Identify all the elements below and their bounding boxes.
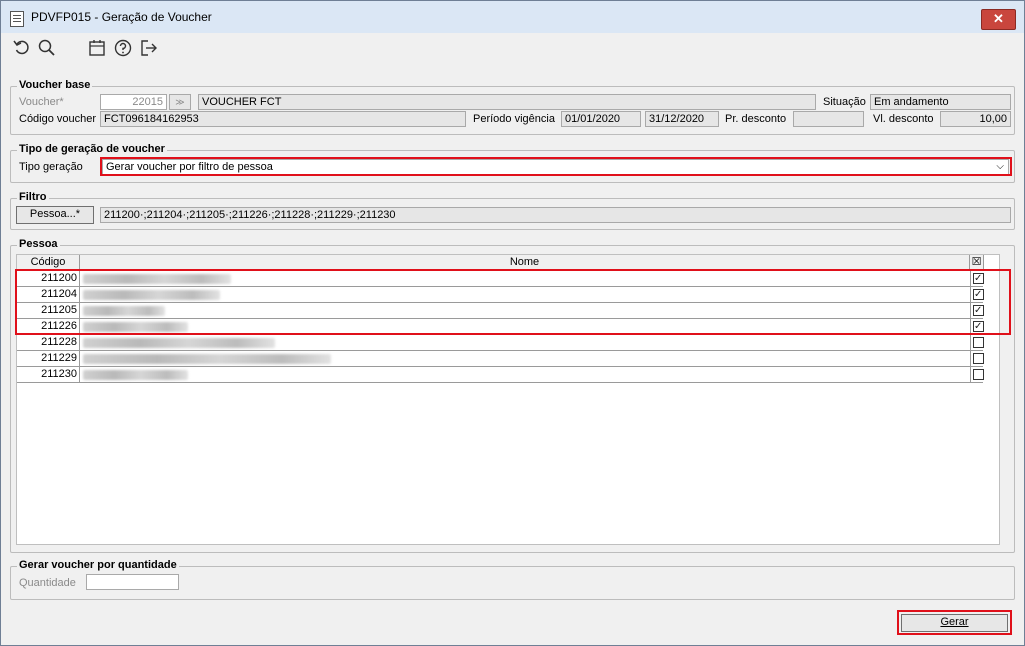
- voucher-base-legend: Voucher base: [17, 79, 93, 91]
- row-codigo: 211200: [17, 271, 80, 286]
- situacao-field: Em andamento: [870, 94, 1011, 110]
- table-row[interactable]: 211230: [17, 367, 983, 383]
- calendar-icon[interactable]: [87, 38, 107, 58]
- tipo-geracao-select[interactable]: Gerar voucher por filtro de pessoa ⌵: [102, 159, 1009, 175]
- table-row[interactable]: 211200: [17, 271, 983, 287]
- row-codigo: 211204: [17, 287, 80, 302]
- toolbar: [10, 35, 1015, 61]
- pr-desconto-label: Pr. desconto: [725, 113, 787, 125]
- main-window: PDVFP015 - Geração de Voucher ✕ Voucher …: [0, 0, 1025, 646]
- row-codigo: 211228: [17, 335, 80, 350]
- column-header-codigo[interactable]: Código: [17, 255, 80, 270]
- row-checkbox[interactable]: [973, 305, 984, 316]
- window-title: PDVFP015 - Geração de Voucher: [31, 10, 212, 24]
- voucher-label: Voucher*: [19, 96, 64, 108]
- quantidade-input[interactable]: [86, 574, 179, 590]
- help-icon[interactable]: [113, 38, 133, 58]
- row-codigo: 211205: [17, 303, 80, 318]
- voucher-code-field[interactable]: 22015: [100, 94, 167, 110]
- search-icon[interactable]: [37, 38, 57, 58]
- chevron-down-icon: ⌵: [996, 161, 1004, 172]
- select-all-checkbox[interactable]: ☒: [970, 255, 984, 270]
- voucher-description-field: VOUCHER FCT: [198, 94, 816, 110]
- vl-desconto-label: Vl. desconto: [873, 113, 934, 125]
- periodo-fim-field: 31/12/2020: [645, 111, 719, 127]
- codigo-voucher-label: Código voucher: [19, 113, 97, 125]
- filtro-value-field: 211200·;211204·;211205·;211226·;211228·;…: [100, 207, 1011, 223]
- table-row[interactable]: 211205: [17, 303, 983, 319]
- app-icon: [10, 11, 24, 27]
- row-checkbox[interactable]: [973, 289, 984, 300]
- gerar-button[interactable]: Gerar: [901, 614, 1008, 632]
- pessoa-legend: Pessoa: [17, 238, 60, 250]
- table-row[interactable]: 211204: [17, 287, 983, 303]
- tipo-geracao-value: Gerar voucher por filtro de pessoa: [106, 161, 273, 173]
- table-row[interactable]: 211226: [17, 319, 983, 335]
- close-button[interactable]: ✕: [981, 9, 1016, 30]
- codigo-voucher-field: FCT096184162953: [100, 111, 466, 127]
- tipo-geracao-legend: Tipo de geração de voucher: [17, 143, 167, 155]
- row-nome-redacted: [80, 367, 970, 382]
- row-codigo: 211230: [17, 367, 80, 382]
- pr-desconto-field: [793, 111, 864, 127]
- row-checkbox[interactable]: [973, 369, 984, 380]
- row-nome-redacted: [80, 335, 970, 350]
- filtro-legend: Filtro: [17, 191, 49, 203]
- periodo-inicio-field: 01/01/2020: [561, 111, 641, 127]
- row-codigo: 211229: [17, 351, 80, 366]
- table-row[interactable]: 211229: [17, 351, 983, 367]
- row-nome-redacted: [80, 319, 970, 334]
- row-codigo: 211226: [17, 319, 80, 334]
- gerar-button-label: Gerar: [940, 616, 969, 628]
- voucher-lookup-button[interactable]: ≫: [169, 94, 191, 110]
- pessoa-grid: Código Nome ☒ 211200 211204 211205 21122…: [16, 254, 1000, 545]
- row-nome-redacted: [80, 287, 970, 302]
- exit-icon[interactable]: [139, 38, 159, 58]
- row-nome-redacted: [80, 303, 970, 318]
- title-bar: PDVFP015 - Geração de Voucher ✕: [1, 1, 1024, 33]
- tipo-geracao-label: Tipo geração: [19, 161, 83, 173]
- vl-desconto-field: 10,00: [940, 111, 1011, 127]
- periodo-vigencia-label: Período vigência: [473, 113, 555, 125]
- row-checkbox[interactable]: [973, 321, 984, 332]
- table-row[interactable]: 211228: [17, 335, 983, 351]
- quantidade-legend: Gerar voucher por quantidade: [17, 559, 179, 571]
- pessoa-filter-button[interactable]: Pessoa...*: [16, 206, 94, 224]
- row-checkbox[interactable]: [973, 337, 984, 348]
- undo-icon[interactable]: [12, 38, 32, 58]
- row-nome-redacted: [80, 271, 970, 286]
- quantidade-label: Quantidade: [19, 577, 76, 589]
- row-checkbox[interactable]: [973, 353, 984, 364]
- column-header-nome[interactable]: Nome: [80, 255, 970, 270]
- situacao-label: Situação: [823, 96, 866, 108]
- row-nome-redacted: [80, 351, 970, 366]
- row-checkbox[interactable]: [973, 273, 984, 284]
